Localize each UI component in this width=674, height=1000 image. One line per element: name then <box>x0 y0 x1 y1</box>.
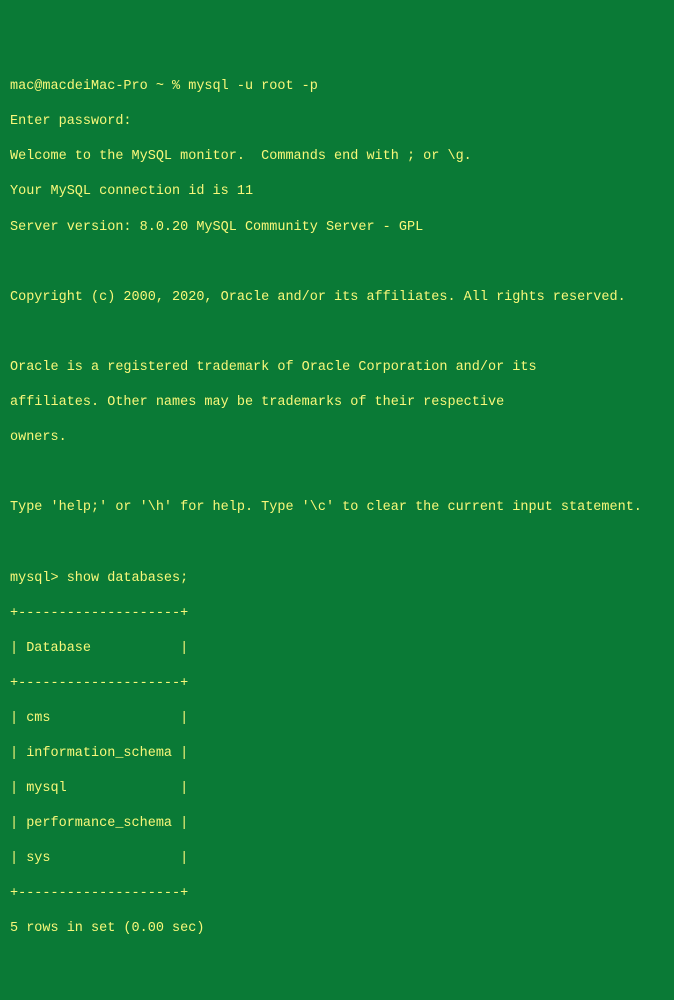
table-border-bottom: +--------------------+ <box>10 885 664 903</box>
copyright-line: Copyright (c) 2000, 2020, Oracle and/or … <box>10 289 664 307</box>
result-summary-line: 5 rows in set (0.00 sec) <box>10 920 664 938</box>
connection-id-line: Your MySQL connection id is 11 <box>10 183 664 201</box>
table-row: | cms | <box>10 710 664 728</box>
table-row: | performance_schema | <box>10 815 664 833</box>
shell-prompt-line: mac@macdeiMac-Pro ~ % mysql -u root -p <box>10 78 664 96</box>
blank-line <box>10 254 664 272</box>
mysql-prompt-line[interactable]: mysql> show databases; <box>10 570 664 588</box>
table-border-top: +--------------------+ <box>10 605 664 623</box>
table-row: | mysql | <box>10 780 664 798</box>
help-hint-line: Type 'help;' or '\h' for help. Type '\c'… <box>10 499 664 517</box>
table-header-row: | Database | <box>10 640 664 658</box>
blank-line <box>10 464 664 482</box>
welcome-line: Welcome to the MySQL monitor. Commands e… <box>10 148 664 166</box>
table-border-mid: +--------------------+ <box>10 675 664 693</box>
blank-line <box>10 324 664 342</box>
trademark-line-1: Oracle is a registered trademark of Orac… <box>10 359 664 377</box>
trademark-line-3: owners. <box>10 429 664 447</box>
enter-password-line: Enter password: <box>10 113 664 131</box>
blank-line <box>10 534 664 552</box>
table-row: | sys | <box>10 850 664 868</box>
server-version-line: Server version: 8.0.20 MySQL Community S… <box>10 219 664 237</box>
trademark-line-2: affiliates. Other names may be trademark… <box>10 394 664 412</box>
table-row: | information_schema | <box>10 745 664 763</box>
